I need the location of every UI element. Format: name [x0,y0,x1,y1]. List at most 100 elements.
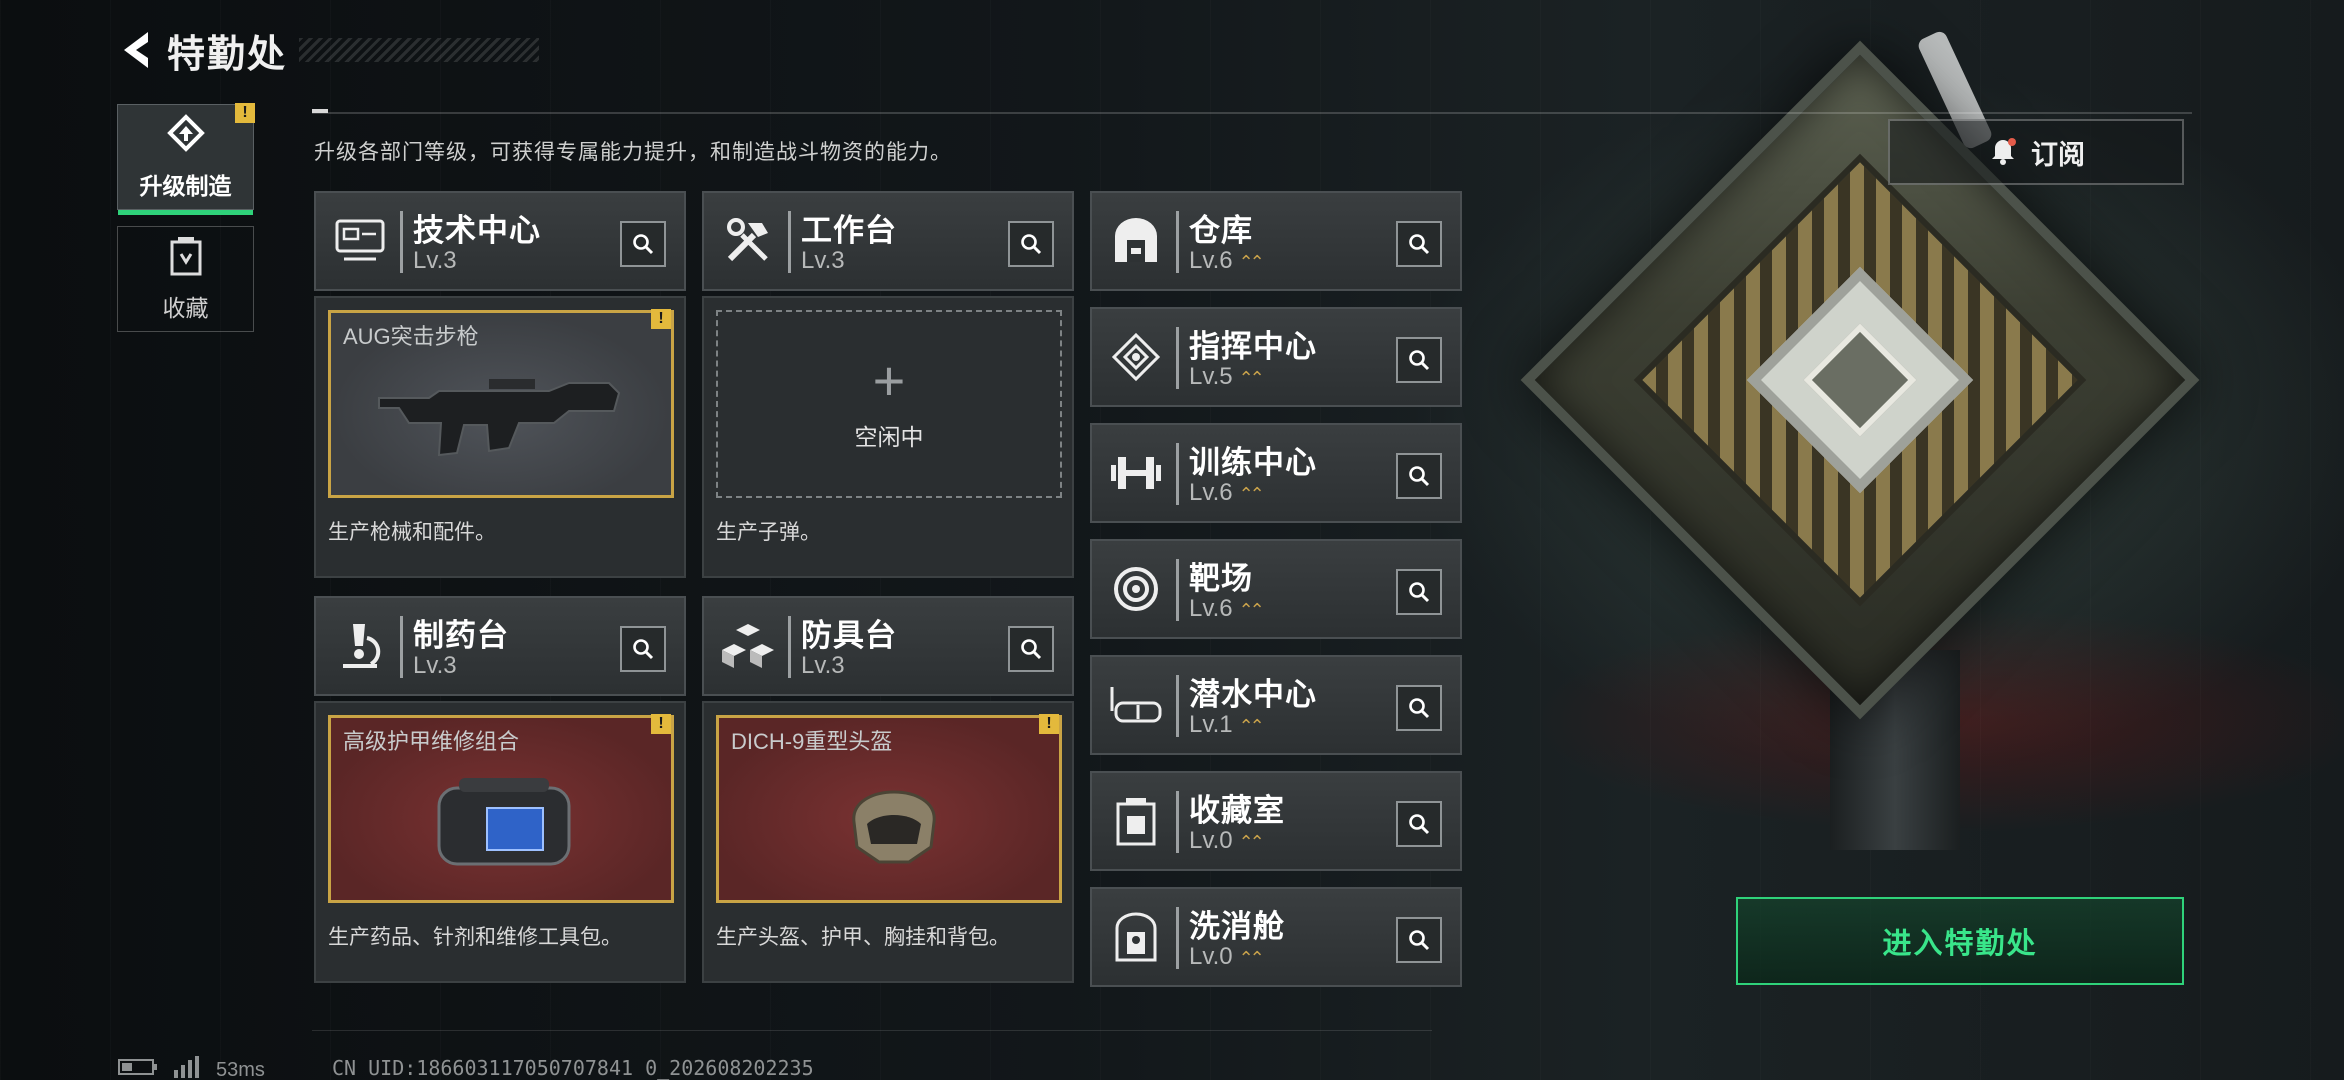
production-slot[interactable]: DICH-9重型头盔 ! [716,714,1062,903]
dept-name: 指挥中心 [1189,329,1317,364]
dept-level: Lv.1 ⌃⌃ [1189,711,1265,738]
search-button[interactable] [1008,626,1054,672]
dept-level: Lv.6 ⌃⌃ [1189,595,1265,622]
production-slot[interactable]: AUG突击步枪 ! [328,309,674,498]
dept-collection-room[interactable]: 收藏室 Lv.0 ⌃⌃ [1090,771,1462,871]
plus-icon: + [872,349,906,412]
search-button[interactable] [1396,917,1442,963]
command-icon [1106,327,1166,387]
sidebar-item-collection[interactable]: 收藏 [117,226,254,332]
magnifier-icon [1409,698,1430,719]
dept-name: 靶场 [1189,561,1253,596]
helmet-icon [852,790,936,864]
monitor-icon [330,211,390,271]
ping-value: 53ms [216,1058,265,1080]
dept-name: 收藏室 [1189,793,1285,828]
dept-command-center[interactable]: 指挥中心 Lv.5 ⌃⌃ [1090,307,1462,407]
dept-level: Lv.5 ⌃⌃ [1189,363,1265,390]
dept-level: Lv.0 ⌃⌃ [1189,827,1265,854]
search-button[interactable] [620,626,666,672]
upgrade-chevron-icon: ⌃⌃ [1238,252,1265,272]
upgrade-chevron-icon: ⌃⌃ [1238,600,1265,620]
warning-badge: ! [1039,714,1059,734]
dept-name: 洗消舱 [1189,909,1285,944]
search-button[interactable] [1396,685,1442,731]
upgrade-chevron-icon: ⌃⌃ [1238,484,1265,504]
warning-badge: ! [651,309,671,329]
diving-mask-icon [1106,675,1166,735]
user-id: CN UID:186603117050707841 0_202608202235 [332,1056,814,1080]
dept-tech-center[interactable]: 技术中心 Lv.3 [314,191,686,291]
title-decoration [299,38,540,62]
search-button[interactable] [1008,221,1054,267]
magnifier-icon [1409,350,1430,371]
magnifier-icon [1021,639,1042,660]
dept-name: 制药台 [413,618,509,653]
sidebar-item-upgrade[interactable]: 升级制造 ! [117,103,255,215]
warning-badge: ! [235,103,255,123]
page-description: 升级各部门等级，可获得专属能力提升，和制造战斗物资的能力。 [314,141,952,164]
item-name: AUG突击步枪 [343,324,479,349]
dept-level: Lv.3 [801,247,845,274]
subscribe-button[interactable]: 订阅 [1888,119,2184,185]
repair-kit-icon [437,778,571,866]
cubes-icon [718,616,778,676]
sidebar-item-label: 升级制造 [139,172,232,199]
search-button[interactable] [620,221,666,267]
dept-workbench[interactable]: 工作台 Lv.3 [702,191,1074,291]
header: 特勤处 [115,22,540,78]
magnifier-icon [1021,234,1042,255]
production-panel-pharmacy: 高级护甲维修组合 ! 生产药品、针剂和维修工具包。 [314,701,686,983]
dept-diving-center[interactable]: 潜水中心 Lv.1 ⌃⌃ [1090,655,1462,755]
magnifier-icon [633,639,654,660]
dept-training-center[interactable]: 训练中心 Lv.6 ⌃⌃ [1090,423,1462,523]
dept-warehouse[interactable]: 仓库 Lv.6 ⌃⌃ [1090,191,1462,291]
upgrade-icon [166,113,206,159]
enter-label: 进入特勤处 [1882,928,2038,960]
signal-icon [172,1056,202,1080]
subscribe-label: 订阅 [2031,139,2085,170]
dept-level: Lv.3 [801,652,845,679]
dept-name: 工作台 [801,213,897,248]
rifle-icon [378,379,621,457]
collection-icon [169,236,203,281]
decon-icon [1106,907,1166,967]
back-arrow-icon[interactable] [115,28,159,72]
divider-mark [312,109,328,113]
search-button[interactable] [1396,801,1442,847]
page-title: 特勤处 [167,33,288,76]
enter-special-ops-button[interactable]: 进入特勤处 [1736,897,2184,985]
upgrade-chevron-icon: ⌃⌃ [1238,832,1265,852]
dept-level: Lv.0 ⌃⌃ [1189,943,1265,970]
bell-icon [1987,134,2019,171]
dept-decon-chamber[interactable]: 洗消舱 Lv.0 ⌃⌃ [1090,887,1462,987]
search-button[interactable] [1396,453,1442,499]
bottom-divider [312,1030,1432,1031]
status-bar: 53ms [118,1056,265,1080]
dept-level: Lv.3 [413,247,457,274]
production-slot[interactable]: 高级护甲维修组合 ! [328,714,674,903]
production-description: 生产子弹。 [716,521,821,544]
microscope-icon [330,616,390,676]
upgrade-chevron-icon: ⌃⌃ [1238,716,1265,736]
sidebar-item-label: 收藏 [162,294,209,321]
magnifier-icon [633,234,654,255]
battery-icon [118,1057,158,1080]
search-button[interactable] [1396,569,1442,615]
production-description: 生产药品、针剂和维修工具包。 [328,926,622,949]
dept-name: 潜水中心 [1189,677,1317,712]
production-panel-armor: DICH-9重型头盔 ! 生产头盔、护甲、胸挂和背包。 [702,701,1074,983]
upgrade-chevron-icon: ⌃⌃ [1238,948,1265,968]
production-slot-empty[interactable]: + 空闲中 [716,310,1062,498]
search-button[interactable] [1396,221,1442,267]
production-panel-tech: AUG突击步枪 ! 生产枪械和配件。 [314,296,686,578]
dept-shooting-range[interactable]: 靶场 Lv.6 ⌃⌃ [1090,539,1462,639]
divider [312,112,2192,114]
target-icon [1106,559,1166,619]
dept-name: 训练中心 [1189,445,1317,480]
dept-pharmacy[interactable]: 制药台 Lv.3 [314,596,686,696]
tools-icon [718,211,778,271]
dept-armor-bench[interactable]: 防具台 Lv.3 [702,596,1074,696]
search-button[interactable] [1396,337,1442,383]
collection-room-icon [1106,791,1166,851]
